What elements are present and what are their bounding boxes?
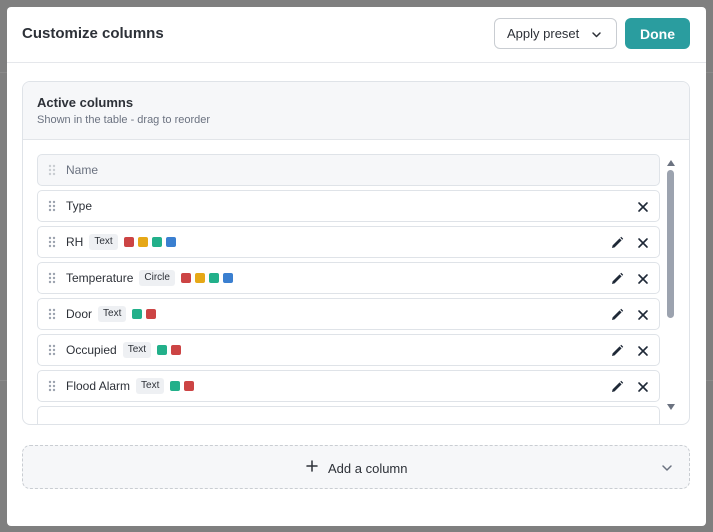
row-actions — [599, 343, 651, 359]
drag-handle-icon[interactable] — [38, 200, 66, 212]
list-item-partial — [37, 406, 660, 424]
column-label: RH — [66, 235, 84, 249]
list-item[interactable]: Name — [37, 154, 660, 186]
drag-handle-icon[interactable] — [38, 236, 66, 248]
apply-preset-label: Apply preset — [507, 26, 580, 41]
row-actions — [599, 379, 651, 395]
column-label: Type — [66, 199, 93, 213]
add-column-label: Add a column — [328, 460, 408, 476]
active-columns-panel: Active columns Shown in the table - drag… — [22, 81, 690, 425]
scrollbar-thumb[interactable] — [667, 170, 674, 318]
edit-pencil-icon[interactable] — [609, 235, 625, 251]
color-swatch — [180, 273, 191, 283]
list-item[interactable]: Type — [37, 190, 660, 222]
apply-preset-button[interactable]: Apply preset — [494, 18, 617, 49]
column-label: Temperature — [66, 271, 134, 285]
color-swatch — [132, 309, 143, 319]
color-swatch — [137, 237, 148, 247]
drag-handle-icon[interactable] — [38, 344, 66, 356]
scrollbar[interactable] — [664, 154, 678, 410]
list-item[interactable]: Flood Alarm Text — [37, 370, 660, 402]
column-label: Name — [66, 163, 99, 177]
done-button[interactable]: Done — [625, 18, 690, 49]
color-swatch — [222, 273, 233, 283]
remove-close-icon[interactable] — [635, 307, 651, 323]
display-type-badge: Text — [89, 234, 118, 250]
color-swatch — [171, 345, 182, 355]
color-swatch — [184, 381, 195, 391]
remove-close-icon[interactable] — [635, 271, 651, 287]
scroll-down-arrow-icon[interactable] — [666, 398, 676, 416]
row-actions — [599, 235, 651, 251]
row-actions — [625, 199, 651, 215]
add-column-button[interactable]: Add a column — [22, 445, 690, 489]
dialog-header: Customize columns Apply preset Done — [7, 7, 706, 63]
color-swatch — [208, 273, 219, 283]
active-columns-title: Active columns — [37, 95, 134, 110]
active-columns-subtitle: Shown in the table - drag to reorder — [37, 114, 211, 126]
color-swatch — [165, 237, 176, 247]
display-type-badge: Text — [136, 378, 165, 394]
remove-close-icon[interactable] — [635, 199, 651, 215]
chevron-down-icon — [661, 461, 673, 479]
row-actions — [599, 307, 651, 323]
color-swatch — [146, 309, 157, 319]
edit-pencil-icon[interactable] — [609, 343, 625, 359]
active-columns-header: Active columns Shown in the table - drag… — [23, 82, 689, 140]
display-type-badge: Circle — [139, 270, 175, 286]
drag-handle-icon[interactable] — [38, 308, 66, 320]
remove-close-icon[interactable] — [635, 379, 651, 395]
remove-close-icon[interactable] — [635, 343, 651, 359]
color-swatch — [151, 237, 162, 247]
color-swatch — [157, 345, 168, 355]
drag-handle-icon[interactable] — [38, 380, 66, 392]
column-label: Occupied — [66, 343, 117, 357]
dialog-title: Customize columns — [22, 25, 164, 42]
column-list: Name Type RH Text Temperature Circle Door Text O… — [23, 140, 689, 424]
column-label: Door — [66, 307, 93, 321]
drag-handle-icon[interactable] — [38, 272, 66, 284]
edit-pencil-icon[interactable] — [609, 271, 625, 287]
color-swatch — [170, 381, 181, 391]
plus-icon — [306, 459, 318, 477]
list-item[interactable]: Temperature Circle — [37, 262, 660, 294]
color-swatch — [194, 273, 205, 283]
display-type-badge: Text — [98, 306, 127, 322]
list-item[interactable]: RH Text — [37, 226, 660, 258]
color-swatches — [170, 381, 198, 391]
row-actions — [599, 271, 651, 287]
customize-columns-dialog: Customize columns Apply preset Done Acti… — [7, 7, 706, 526]
display-type-badge: Text — [122, 342, 152, 358]
chevron-down-icon — [591, 28, 602, 43]
list-item[interactable]: Door Text — [37, 298, 660, 330]
drag-handle-icon — [38, 164, 66, 176]
color-swatches — [123, 237, 180, 247]
column-label: Flood Alarm — [66, 379, 131, 393]
color-swatches — [180, 273, 237, 283]
edit-pencil-icon[interactable] — [609, 307, 625, 323]
color-swatches — [132, 309, 160, 319]
color-swatch — [123, 237, 134, 247]
remove-close-icon[interactable] — [635, 235, 651, 251]
color-swatches — [157, 345, 185, 355]
list-item[interactable]: Occupied Text — [37, 334, 660, 366]
edit-pencil-icon[interactable] — [609, 379, 625, 395]
